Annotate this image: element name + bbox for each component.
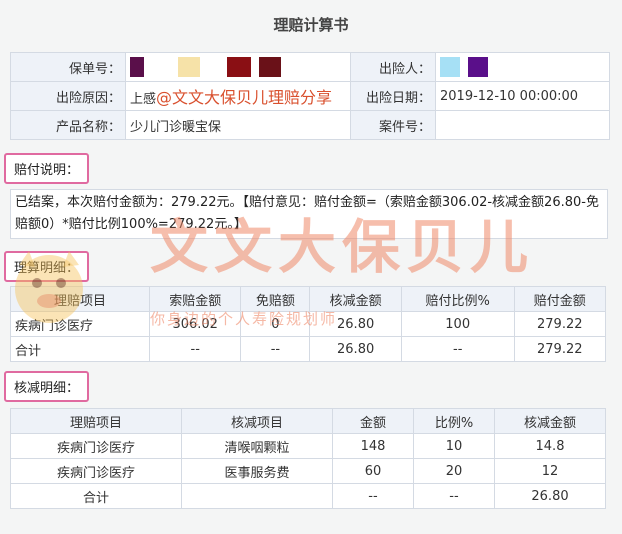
table-cell: 医事服务费: [181, 458, 333, 484]
table-cell: --: [413, 483, 495, 509]
redacted-block: [178, 57, 201, 77]
date-value: 2019-12-10 00:00:00: [435, 81, 610, 111]
table-cell: 60: [332, 458, 414, 484]
product-label: 产品名称：: [10, 110, 126, 140]
column-header: 比例%: [413, 408, 495, 434]
table-cell: --: [240, 336, 311, 362]
insured-label: 出险人：: [350, 52, 436, 82]
reason-label: 出险原因：: [10, 81, 126, 111]
claim-document: 理赔计算书 保单号： 出险人： 出险原因： 上感@文文大保贝儿理赔分享 出险日期…: [0, 0, 622, 534]
policy-no-value: [125, 52, 351, 82]
table-header-row: 理赔项目 索赔金额 免赔额 核减金额 赔付比例% 赔付金额: [10, 286, 607, 312]
policy-no-label: 保单号：: [10, 52, 126, 82]
table-cell: 26.80: [309, 311, 402, 337]
case-value: [435, 110, 610, 140]
table-row: 疾病门诊医疗 医事服务费 60 20 12: [10, 458, 606, 484]
table-row: 合计 -- -- 26.80 -- 279.22: [10, 336, 607, 362]
table-cell: --: [148, 336, 242, 362]
table-cell: 26.80: [309, 336, 402, 362]
column-header: 理赔项目: [10, 286, 150, 312]
table-cell: 148: [332, 433, 414, 459]
redacted-block: [226, 57, 251, 77]
column-header: 赔付比例%: [400, 286, 515, 312]
redacted-block: [258, 57, 281, 77]
column-header: 赔付金额: [513, 286, 607, 312]
table-cell: 疾病门诊医疗: [10, 433, 182, 459]
calc-table: 理赔项目 索赔金额 免赔额 核减金额 赔付比例% 赔付金额 疾病门诊医疗 306…: [10, 286, 607, 362]
table-row: 疾病门诊医疗 清喉咽颗粒 148 10 14.8: [10, 433, 606, 459]
deduct-section-label: 核减明细：: [4, 371, 90, 402]
column-header: 核减项目: [181, 408, 333, 434]
table-cell: 14.8: [494, 433, 606, 459]
reason-value: 上感@文文大保贝儿理赔分享: [125, 81, 351, 111]
deduct-table: 理赔项目 核减项目 金额 比例% 核减金额 疾病门诊医疗 清喉咽颗粒 148 1…: [10, 408, 606, 509]
table-cell: --: [332, 483, 414, 509]
column-header: 核减金额: [309, 286, 402, 312]
insured-value: [435, 52, 610, 82]
table-row: 疾病门诊医疗 306.02 0 26.80 100 279.22: [10, 311, 607, 337]
table-cell: 清喉咽颗粒: [181, 433, 333, 459]
explain-text: 已结案，本次赔付金额为：279.22元。【赔付意见：赔付金额=（索赔金额306.…: [10, 189, 608, 239]
column-header: 金额: [332, 408, 414, 434]
table-cell: --: [400, 336, 515, 362]
column-header: 索赔金额: [148, 286, 242, 312]
redacted-block: [208, 57, 219, 77]
redacted-block: [152, 57, 171, 77]
table-cell: 合计: [10, 483, 182, 509]
claim-info-table: 保单号： 出险人： 出险原因： 上感@文文大保贝儿理赔分享 出险日期： 2019…: [10, 52, 610, 140]
watermark-inline: @文文大保贝儿理赔分享: [156, 88, 333, 107]
table-cell: 10: [413, 433, 495, 459]
table-cell: [181, 483, 333, 509]
page-title: 理赔计算书: [273, 16, 349, 34]
table-header-row: 理赔项目 核减项目 金额 比例% 核减金额: [10, 408, 606, 434]
table-cell: 100: [400, 311, 515, 337]
table-cell: 0: [240, 311, 311, 337]
column-header: 免赔额: [240, 286, 311, 312]
calc-section-label: 理算明细：: [4, 251, 90, 282]
redacted-block: [440, 57, 460, 77]
table-cell: 合计: [10, 336, 150, 362]
column-header: 核减金额: [494, 408, 606, 434]
table-cell: 279.22: [513, 336, 607, 362]
reason-text: 上感: [130, 92, 157, 107]
redacted-block: [468, 57, 489, 77]
table-cell: 279.22: [513, 311, 607, 337]
table-cell: 306.02: [148, 311, 242, 337]
table-cell: 26.80: [494, 483, 606, 509]
table-cell: 疾病门诊医疗: [10, 311, 150, 337]
column-header: 理赔项目: [10, 408, 182, 434]
table-row: 合计 -- -- 26.80: [10, 483, 606, 509]
redacted-block: [130, 57, 144, 77]
table-cell: 12: [494, 458, 606, 484]
case-label: 案件号：: [350, 110, 436, 140]
explain-section-label: 赔付说明：: [4, 153, 90, 184]
table-cell: 疾病门诊医疗: [10, 458, 182, 484]
table-cell: 20: [413, 458, 495, 484]
product-value: 少儿门诊暖宝保: [125, 110, 351, 140]
date-label: 出险日期：: [350, 81, 436, 111]
